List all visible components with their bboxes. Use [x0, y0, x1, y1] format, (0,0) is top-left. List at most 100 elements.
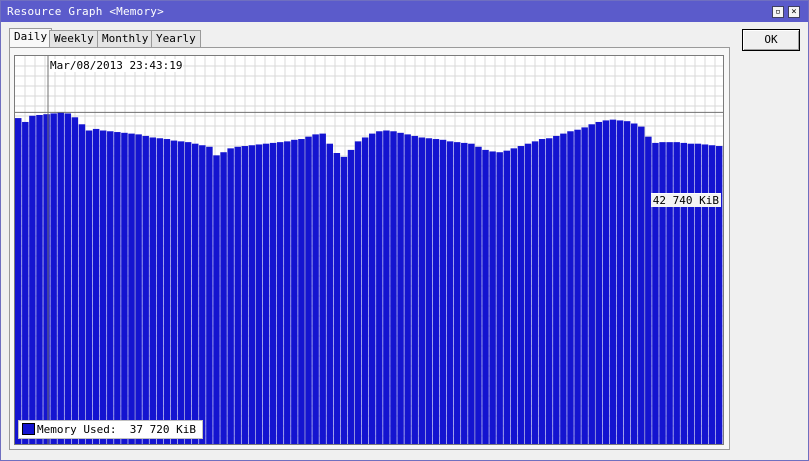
memory-bar: [340, 156, 348, 444]
memory-bar: [538, 139, 546, 444]
memory-bar: [390, 131, 397, 444]
memory-bar: [510, 148, 518, 444]
memory-bar: [708, 145, 716, 444]
memory-bar: [107, 131, 114, 444]
memory-bar: [71, 117, 79, 444]
memory-bar: [404, 134, 411, 444]
memory-bar: [361, 137, 369, 444]
memory-bar: [213, 155, 220, 444]
memory-bar: [715, 146, 723, 444]
memory-bar: [475, 146, 482, 444]
memory-bar: [453, 142, 461, 444]
memory-bar: [78, 124, 86, 444]
tab-yearly[interactable]: Yearly: [151, 30, 201, 48]
memory-bar: [666, 142, 673, 444]
memory-bar: [517, 146, 525, 444]
memory-bar: [567, 131, 574, 444]
memory-bar: [85, 130, 93, 444]
memory-bar: [354, 141, 362, 444]
memory-bar: [36, 114, 43, 444]
maximize-icon[interactable]: ▫: [772, 6, 784, 18]
tab-weekly-label: Weekly: [54, 32, 94, 45]
ok-button[interactable]: OK: [742, 29, 800, 51]
memory-bar: [439, 139, 447, 444]
memory-bar: [227, 148, 234, 444]
memory-bar: [319, 133, 326, 444]
memory-bar: [468, 143, 475, 444]
memory-bar: [446, 141, 454, 444]
memory-bar: [680, 142, 687, 444]
memory-bar: [135, 134, 142, 444]
memory-bar: [163, 139, 171, 444]
memory-bar: [241, 146, 249, 444]
memory-bar: [50, 113, 57, 444]
memory-bar: [369, 133, 376, 444]
legend-swatch: [22, 423, 35, 435]
memory-bar: [170, 140, 178, 444]
tab-monthly[interactable]: Monthly: [97, 30, 154, 48]
memory-bar: [581, 127, 588, 444]
memory-bar: [432, 139, 440, 444]
memory-bar: [546, 138, 553, 444]
graph-legend: Memory Used: 37 720 KiB: [18, 420, 203, 439]
memory-bar: [645, 136, 652, 444]
memory-bar: [397, 132, 404, 444]
memory-bar: [652, 142, 659, 444]
memory-bar: [411, 135, 418, 444]
title-bar[interactable]: Resource Graph <Memory> ▫ ×: [1, 1, 808, 22]
legend-label: Memory Used:: [37, 423, 117, 436]
memory-bar: [574, 129, 581, 444]
memory-bar: [701, 144, 709, 444]
tab-daily[interactable]: Daily: [9, 28, 53, 48]
memory-bar: [595, 121, 603, 444]
tab-monthly-label: Monthly: [102, 32, 149, 45]
memory-bar: [383, 130, 390, 444]
memory-bar: [524, 143, 532, 444]
memory-bar: [333, 153, 341, 444]
memory-bar: [177, 141, 185, 444]
tab-yearly-label: Yearly: [156, 32, 196, 45]
resource-graph-window: Resource Graph <Memory> ▫ × Daily Weekly…: [0, 0, 809, 461]
memory-graph-plot: [15, 56, 723, 444]
memory-bar: [630, 123, 638, 444]
memory-bar: [92, 128, 100, 444]
memory-bar: [602, 120, 610, 444]
legend-value: 37 720 KiB: [129, 423, 196, 436]
memory-bar: [461, 142, 468, 444]
memory-bar: [482, 149, 489, 444]
memory-graph[interactable]: Mar/08/2013 23:43:19 42 740 KiB Memory U…: [14, 55, 724, 445]
memory-bar: [673, 142, 680, 444]
memory-bar: [694, 143, 702, 444]
memory-bar: [114, 132, 121, 444]
max-value-label: 42 740 KiB: [650, 193, 721, 207]
memory-bar: [57, 112, 64, 444]
memory-bar: [255, 144, 263, 444]
memory-bar: [121, 132, 128, 444]
memory-bar: [64, 113, 72, 444]
memory-bar: [269, 142, 277, 444]
memory-bar: [276, 142, 284, 444]
window-title: Resource Graph <Memory>: [7, 5, 164, 18]
tab-daily-label: Daily: [14, 30, 48, 43]
memory-bar: [199, 145, 206, 444]
memory-bar: [99, 130, 107, 444]
memory-bar: [687, 143, 695, 444]
memory-bar: [496, 152, 503, 444]
memory-bar: [553, 135, 560, 444]
memory-bar: [298, 139, 305, 444]
memory-bar: [220, 152, 227, 444]
memory-bar: [503, 150, 510, 444]
close-icon[interactable]: ×: [788, 6, 800, 18]
memory-bar: [609, 119, 617, 444]
memory-bar: [262, 143, 270, 444]
memory-bar: [616, 120, 624, 444]
memory-bar: [206, 146, 213, 444]
memory-bar: [659, 142, 666, 444]
memory-bar: [43, 114, 50, 444]
tab-weekly[interactable]: Weekly: [49, 30, 99, 48]
memory-bar: [425, 138, 433, 444]
memory-bar: [22, 121, 29, 444]
memory-bar: [623, 121, 631, 444]
memory-bar: [638, 126, 645, 444]
memory-bar: [156, 138, 164, 444]
